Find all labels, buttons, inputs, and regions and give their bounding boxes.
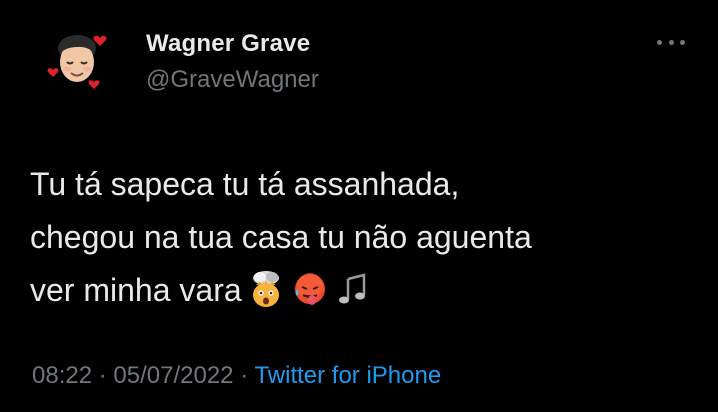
more-dot xyxy=(680,39,685,45)
author-display-name[interactable]: Wagner Grave xyxy=(146,30,310,58)
tweet-meta: 08:22 · 05/07/2022 · Twitter for iPhone xyxy=(32,362,441,390)
avatar[interactable] xyxy=(44,26,114,96)
tweet-date[interactable]: 05/07/2022 xyxy=(113,362,233,389)
more-dots-icon xyxy=(657,39,662,45)
more-dot xyxy=(668,39,674,45)
author-handle[interactable]: @GraveWagner xyxy=(146,66,319,94)
tweet-card: Wagner Grave @GraveWagner Tu tá sapeca t… xyxy=(0,0,718,412)
memoji-face-with-hearts-icon xyxy=(47,35,107,89)
tweet-text-line-with-emojis: ver minha vara xyxy=(30,264,690,325)
tweet-time[interactable]: 08:22 xyxy=(32,362,92,389)
meta-separator: · xyxy=(240,362,249,389)
tweet-text: Tu tá sapeca tu tá assanhada, chegou na … xyxy=(30,158,690,325)
tweet-text-line: chegou na tua casa tu não aguenta xyxy=(30,219,532,255)
more-options-button[interactable] xyxy=(657,37,685,47)
meta-separator: · xyxy=(98,362,107,389)
tweet-text-line: Tu tá sapeca tu tá assanhada, xyxy=(30,166,460,202)
musical-notes-emoji xyxy=(334,269,374,325)
hot-face-emoji xyxy=(290,269,330,325)
tweet-source-link[interactable]: Twitter for iPhone xyxy=(254,362,441,389)
exploding-head-emoji xyxy=(246,269,286,325)
tweet-text-line: ver minha vara xyxy=(30,272,242,308)
